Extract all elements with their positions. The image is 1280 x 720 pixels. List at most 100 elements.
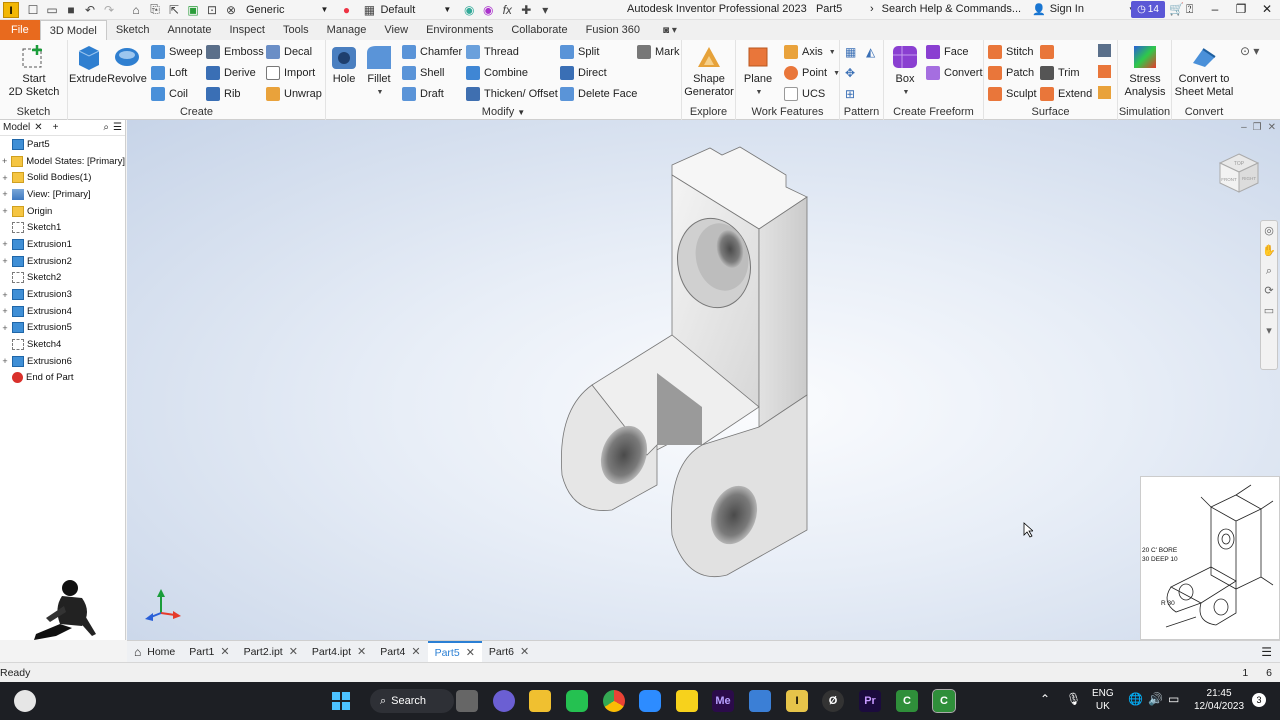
tab-annotate[interactable]: Annotate — [158, 20, 220, 40]
emboss-button[interactable]: Emboss — [206, 44, 264, 60]
doc-tab[interactable]: Part1 ✕ — [182, 641, 236, 663]
home-icon[interactable]: ⌂ — [128, 2, 144, 18]
sculpt-button[interactable]: Sculpt — [988, 86, 1037, 102]
browser-item[interactable]: Sketch4 — [0, 336, 125, 353]
color-icon[interactable]: ● — [338, 2, 354, 18]
redo-icon[interactable]: ↷ — [101, 2, 117, 18]
search-icon[interactable]: ⌕ — [103, 122, 109, 133]
appearance-adjust-icon[interactable]: ◉ — [461, 2, 477, 18]
measure-icon[interactable]: ⊡ — [204, 2, 220, 18]
patch-button[interactable]: Patch — [988, 65, 1034, 81]
help-icon[interactable]: ⍰ — [1186, 2, 1193, 17]
tabs-menu-icon[interactable]: ☰ — [1261, 645, 1272, 659]
select-icon[interactable]: ⇱ — [166, 2, 182, 18]
browser-tab-model[interactable]: Model — [3, 122, 30, 133]
ribbon-options-icon[interactable]: ⊙ ▾ — [1240, 44, 1259, 58]
viewcube[interactable]: TOP FRONT RIGHT — [1216, 150, 1262, 196]
sweep-button[interactable]: Sweep — [151, 44, 203, 60]
point-button[interactable]: Point ▼ — [784, 65, 840, 81]
browser-item[interactable]: + Extrusion3 — [0, 286, 125, 303]
expand-icon[interactable]: + — [0, 156, 9, 166]
chevron-up-icon[interactable]: ⌃ — [1040, 692, 1050, 706]
plane-dropdown-icon[interactable]: ▼ — [756, 86, 763, 99]
fillet-button[interactable]: Fillet ▼ — [363, 43, 395, 99]
expand-icon[interactable]: + — [0, 256, 10, 266]
unwrap-button[interactable]: Unwrap — [266, 86, 322, 102]
delete-face-button[interactable]: Delete Face — [560, 86, 637, 102]
clear-appearance-icon[interactable]: ◉ — [480, 2, 496, 18]
orbit-icon[interactable]: ⟳ — [1261, 281, 1277, 301]
media-encoder-icon[interactable]: Me — [712, 690, 734, 712]
convert-to-sheet-metal-button[interactable]: Convert to Sheet Metal — [1174, 43, 1234, 99]
mark-button[interactable]: Mark — [637, 44, 679, 60]
panel-label-modify[interactable]: Modify ▼ — [326, 106, 681, 118]
save-icon[interactable]: ■ — [63, 2, 79, 18]
customize-icon[interactable]: ▾ — [537, 2, 553, 18]
fillet-dropdown-icon[interactable]: ▼ — [377, 86, 384, 99]
battery-icon[interactable]: ▭ — [1168, 692, 1179, 706]
browser-item[interactable]: + Extrusion1 — [0, 236, 125, 253]
browser-item[interactable]: + Solid Bodies(1) — [0, 169, 125, 186]
language-indicator[interactable]: ENG UK — [1092, 687, 1114, 713]
doc-tab[interactable]: Part5 ✕ — [427, 640, 482, 663]
tab-collaborate[interactable]: Collaborate — [502, 20, 576, 40]
tab-3d-model[interactable]: 3D Model — [39, 20, 107, 40]
repair-bodies-icon[interactable] — [1098, 65, 1111, 78]
expand-icon[interactable]: + — [0, 356, 10, 366]
combine-button[interactable]: Combine — [466, 65, 528, 81]
direct-button[interactable]: Direct — [560, 65, 607, 81]
sticky-notes-icon[interactable] — [676, 690, 698, 712]
volume-icon[interactable]: 🔊 — [1148, 692, 1163, 706]
expand-icon[interactable]: + — [0, 206, 10, 216]
minimize-icon[interactable]: – — [1202, 0, 1228, 20]
add-icon[interactable]: + — [53, 122, 59, 133]
circular-pattern-icon[interactable]: ✥ — [845, 66, 855, 80]
weather-icon[interactable] — [14, 690, 36, 712]
tab-fusion-360[interactable]: Fusion 360 — [577, 20, 649, 40]
pan-icon[interactable]: ✋ — [1261, 241, 1277, 261]
update-icon[interactable]: ▣ — [185, 2, 201, 18]
doc-tab-home[interactable]: ⌂ Home — [127, 641, 182, 663]
chrome-icon[interactable] — [603, 690, 625, 712]
close-icon[interactable]: ✕ — [1268, 122, 1276, 133]
obs-icon[interactable]: Ø — [822, 690, 844, 712]
expand-icon[interactable]: + — [0, 189, 10, 199]
teams-chat-icon[interactable] — [493, 690, 515, 712]
close-icon[interactable]: ✕ — [357, 645, 366, 658]
browser-item[interactable]: + Model States: [Primary] — [0, 153, 125, 170]
appearance-dropdown[interactable]: Generic ▼ — [242, 2, 332, 18]
box-dropdown-icon[interactable]: ▼ — [903, 86, 910, 99]
task-view-icon[interactable] — [456, 690, 478, 712]
cart-icon[interactable]: 🛒 — [1169, 2, 1184, 16]
ribbon-display-toggle[interactable]: ◙ ▾ — [663, 20, 677, 40]
expand-icon[interactable]: + — [0, 306, 10, 316]
close-icon[interactable]: ✕ — [520, 645, 529, 658]
restore-icon[interactable]: ❐ — [1253, 122, 1262, 133]
plane-button[interactable]: Plane ▼ — [740, 43, 776, 99]
no-icon[interactable]: ⊗ — [223, 2, 239, 18]
close-icon[interactable]: ✕ — [411, 645, 420, 658]
browser-item[interactable]: Part5 — [0, 136, 125, 153]
undo-icon[interactable]: ↶ — [82, 2, 98, 18]
rectangular-pattern-icon[interactable]: ▦ — [845, 45, 856, 59]
doc-tab[interactable]: Part6 ✕ — [482, 641, 536, 663]
parameters-icon[interactable]: fx — [499, 2, 515, 18]
browser-item[interactable]: + Extrusion2 — [0, 253, 125, 270]
open-folder-icon[interactable]: ▭ — [44, 2, 60, 18]
look-at-icon[interactable]: ▭ — [1261, 301, 1277, 321]
shell-button[interactable]: Shell — [402, 65, 444, 81]
expand-icon[interactable]: + — [0, 290, 10, 300]
tab-file[interactable]: File — [0, 20, 40, 40]
close-icon[interactable]: ✕ — [34, 122, 42, 133]
network-icon[interactable]: 🌐 — [1128, 692, 1143, 706]
minimize-icon[interactable]: – — [1241, 122, 1247, 133]
revolve-button[interactable]: Revolve — [107, 43, 147, 86]
thicken-offset-button[interactable]: Thicken/ Offset — [466, 86, 558, 102]
tab-environments[interactable]: Environments — [417, 20, 502, 40]
coil-button[interactable]: Coil — [151, 86, 188, 102]
steering-wheel-icon[interactable]: ◎ — [1261, 221, 1277, 241]
inventor-logo[interactable]: I — [3, 1, 19, 18]
browser-item[interactable]: Sketch2 — [0, 270, 125, 287]
taskbar-search[interactable]: ⌕ Search — [370, 689, 454, 713]
camtasia-recorder-icon[interactable]: C — [932, 689, 956, 713]
